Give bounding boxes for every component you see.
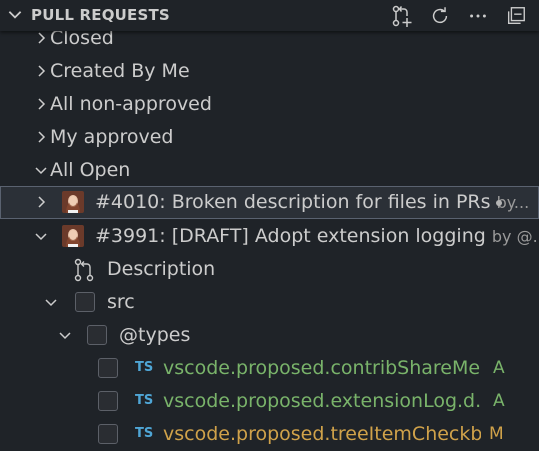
file-name: vscode.proposed.contribShareMen... <box>163 357 481 379</box>
pull-request-title: #4010: Broken description for files in P… <box>95 191 491 213</box>
category-all-non-approved[interactable]: All non-approved <box>0 88 539 121</box>
typescript-file-icon: TS <box>135 393 154 408</box>
avatar <box>62 191 84 213</box>
category-all-open[interactable]: All Open <box>0 154 539 187</box>
header-actions <box>389 3 529 29</box>
file-name: vscode.proposed.extensionLog.d.ts <box>163 390 481 412</box>
checkbox[interactable] <box>75 292 95 312</box>
checkbox[interactable] <box>98 391 118 411</box>
category-label: All non-approved <box>50 93 212 115</box>
typescript-file-icon: TS <box>135 426 154 441</box>
category-label: My approved <box>50 126 174 148</box>
typescript-file-icon: TS <box>135 360 154 375</box>
refresh-icon <box>432 7 448 24</box>
refresh-button[interactable] <box>427 3 453 29</box>
category-label: All Open <box>50 159 131 181</box>
collapse-all-button[interactable] <box>503 3 529 29</box>
pull-request-author: by @... <box>491 227 539 246</box>
folder-label: @types <box>119 324 191 346</box>
chevron-down-icon[interactable] <box>57 327 73 343</box>
checkbox[interactable] <box>98 424 118 444</box>
pull-request-title: #3991: [DRAFT] Adopt extension logging <box>95 225 486 247</box>
git-pull-request-icon <box>74 258 94 282</box>
chevron-down-icon[interactable] <box>6 5 24 23</box>
category-created-by-me[interactable]: Created By Me <box>0 55 539 88</box>
description-item[interactable]: Description <box>0 253 539 286</box>
chevron-down-icon[interactable] <box>33 228 49 244</box>
panel-title: PULL REQUESTS <box>31 6 170 24</box>
chevron-right-icon[interactable] <box>33 30 49 46</box>
file-status-added: A <box>493 358 505 378</box>
pull-request-item[interactable]: #4010: Broken description for files in P… <box>0 186 539 219</box>
more-icon <box>470 14 486 18</box>
avatar <box>62 225 84 247</box>
dot-icon <box>496 200 502 206</box>
create-pull-request-icon <box>392 5 412 27</box>
checkbox[interactable] <box>87 325 107 345</box>
file-item[interactable]: TS vscode.proposed.treeItemCheckbo... M <box>0 418 539 451</box>
chevron-down-icon[interactable] <box>43 294 59 310</box>
category-label: Created By Me <box>50 60 190 82</box>
checkbox[interactable] <box>98 358 118 378</box>
folder-item-types[interactable]: @types <box>0 319 539 352</box>
collapse-all-icon <box>507 7 525 25</box>
category-my-approved[interactable]: My approved <box>0 121 539 154</box>
file-status-modified: M <box>489 424 504 444</box>
create-pull-request-button[interactable] <box>389 3 415 29</box>
pull-requests-header[interactable]: PULL REQUESTS <box>0 0 539 31</box>
file-name: vscode.proposed.treeItemCheckbo... <box>163 423 481 445</box>
chevron-right-icon[interactable] <box>33 129 49 145</box>
chevron-right-icon[interactable] <box>33 96 49 112</box>
chevron-down-icon[interactable] <box>33 162 49 178</box>
description-label: Description <box>107 258 216 280</box>
file-item[interactable]: TS vscode.proposed.contribShareMen... A <box>0 352 539 385</box>
file-item[interactable]: TS vscode.proposed.extensionLog.d.ts A <box>0 385 539 418</box>
more-actions-button[interactable] <box>465 3 491 29</box>
chevron-right-icon[interactable] <box>33 194 49 210</box>
folder-item-src[interactable]: src <box>0 286 539 319</box>
folder-label: src <box>107 291 135 313</box>
file-status-added: A <box>493 391 505 411</box>
chevron-right-icon[interactable] <box>33 63 49 79</box>
pull-request-item[interactable]: #3991: [DRAFT] Adopt extension logging b… <box>0 220 539 253</box>
